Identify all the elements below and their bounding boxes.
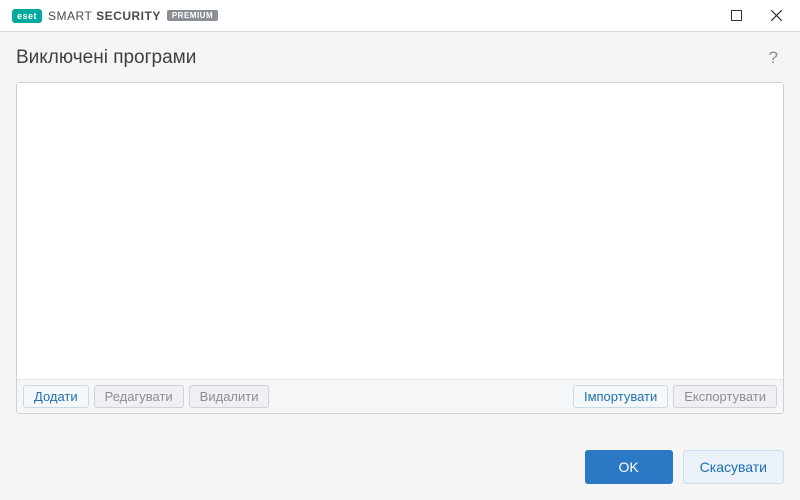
edit-button: Редагувати [94,385,184,408]
close-icon [771,10,782,21]
add-button[interactable]: Додати [23,385,89,408]
excluded-apps-panel: Додати Редагувати Видалити Імпортувати Е… [16,82,784,414]
brand-logo: eset [12,9,42,23]
brand-name-thin: SMART [48,9,92,23]
maximize-icon [731,10,742,21]
titlebar: eset SMART SECURITY PREMIUM [0,0,800,32]
export-button: Експортувати [673,385,777,408]
brand-badge: PREMIUM [167,10,218,21]
window-controls [716,1,796,31]
toolbar-left-group: Додати Редагувати Видалити [23,385,269,408]
close-button[interactable] [756,1,796,31]
page-title: Виключені програми [16,47,196,69]
brand-name-bold: SECURITY [96,9,161,23]
dialog-footer: OK Скасувати [16,450,784,484]
brand-text: SMART SECURITY [48,9,161,23]
brand: eset SMART SECURITY PREMIUM [12,9,218,23]
toolbar-right-group: Імпортувати Експортувати [573,385,777,408]
list-toolbar: Додати Редагувати Видалити Імпортувати Е… [17,379,783,413]
cancel-button[interactable]: Скасувати [683,450,784,484]
delete-button: Видалити [189,385,270,408]
ok-button[interactable]: OK [585,450,673,484]
content-area: Виключені програми ? Додати Редагувати В… [0,32,800,500]
header-row: Виключені програми ? [16,46,784,70]
help-button[interactable]: ? [763,46,784,70]
maximize-button[interactable] [716,1,756,31]
import-button[interactable]: Імпортувати [573,385,668,408]
excluded-apps-list[interactable] [17,83,783,379]
